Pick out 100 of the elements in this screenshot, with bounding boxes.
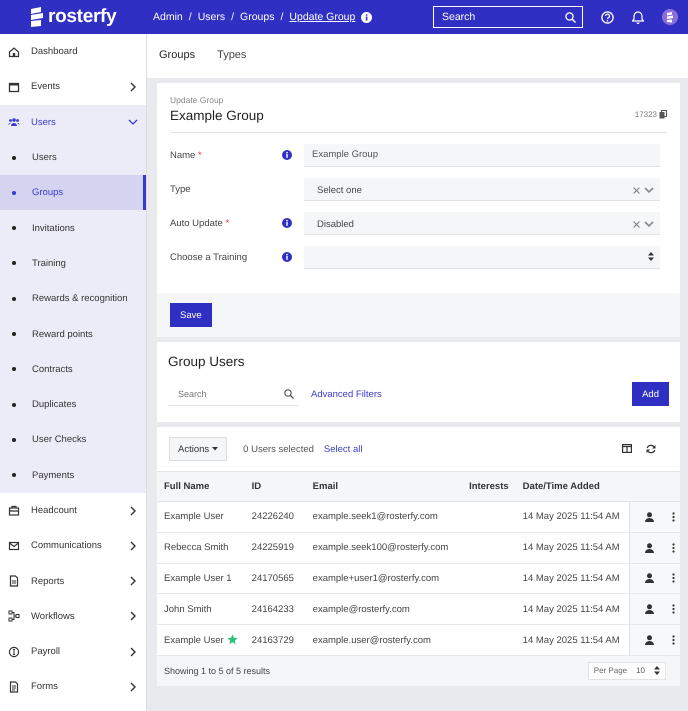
more-icon[interactable] [672, 604, 676, 614]
avatar-icon[interactable] [662, 9, 678, 25]
sidebar-subitem[interactable]: Payments [0, 458, 146, 493]
sidebar-item[interactable]: Forms [0, 669, 146, 705]
advanced-filters-link[interactable]: Advanced Filters [311, 388, 382, 400]
field-label: Auto Update * [170, 218, 230, 228]
tab[interactable]: Groups [159, 43, 196, 69]
table-cell: 24163729 [244, 624, 306, 656]
columns-icon[interactable] [622, 444, 632, 453]
sidebar-item[interactable]: Workflows [0, 598, 146, 634]
home-icon [8, 46, 20, 58]
text-field[interactable]: Example Group [304, 144, 660, 166]
search-field[interactable]: Search [168, 382, 298, 406]
sidebar-item[interactable]: Events [0, 69, 146, 105]
search-icon [284, 388, 294, 398]
tab[interactable]: Types [217, 43, 246, 69]
user-icon[interactable] [644, 635, 654, 646]
document-icon [8, 575, 20, 588]
section-title: Group Users [168, 354, 246, 369]
chevron-down-icon [644, 187, 654, 194]
column-header: ID [244, 472, 306, 502]
required-mark: * [225, 218, 230, 228]
user-icon[interactable] [644, 604, 654, 614]
breadcrumb-separator: / [231, 11, 234, 23]
sort-icon [648, 252, 654, 261]
sidebar-subitem[interactable]: User Checks [0, 422, 146, 458]
briefcase-icon [8, 504, 20, 516]
table-cell: Example User 1 [157, 563, 245, 594]
table-cell: example.seek100@rosterfy.com [306, 532, 460, 564]
sidebar-item[interactable]: Communications [0, 528, 146, 564]
table-cell: 24164233 [244, 594, 306, 625]
actions-button[interactable]: Actions [169, 437, 228, 461]
logo-icon [30, 7, 44, 27]
sidebar-item[interactable]: Dashboard [0, 34, 146, 70]
breadcrumb-link[interactable]: Admin [153, 11, 183, 23]
required-mark: * [198, 150, 202, 160]
select-field[interactable] [304, 246, 660, 268]
chevron-down-icon [644, 221, 654, 228]
form-icon [8, 680, 20, 693]
help-icon[interactable] [601, 10, 614, 24]
add-button[interactable]: Add [632, 382, 669, 406]
sidebar-subitem[interactable]: Contracts [0, 352, 146, 387]
copy-icon[interactable] [659, 110, 667, 118]
info-icon [361, 12, 372, 22]
user-icon[interactable] [644, 573, 654, 584]
table-cell: 24225919 [244, 532, 306, 564]
search-input[interactable]: Search [176, 388, 284, 400]
sidebar-subitem[interactable]: Duplicates [0, 386, 146, 422]
select-field[interactable]: Disabled [304, 212, 660, 234]
breadcrumb-link[interactable]: Update Group [289, 11, 356, 23]
save-button[interactable]: Save [170, 303, 212, 327]
clear-icon[interactable] [633, 221, 640, 228]
table-cell: John Smith [157, 594, 245, 625]
selection-count: 0 Users selected [243, 444, 314, 454]
more-icon[interactable] [672, 573, 676, 584]
table-cell: 24226240 [244, 502, 306, 532]
column-header: Interests [460, 472, 516, 502]
column-header: Email [306, 472, 460, 502]
user-icon[interactable] [644, 542, 654, 553]
per-page-select[interactable]: Per Page 10 [588, 662, 666, 680]
table-cell: 24170565 [244, 563, 306, 594]
envelope-icon [8, 540, 20, 552]
table-cell: Example User [157, 502, 245, 532]
coin-icon [8, 646, 20, 658]
results-summary: Showing 1 to 5 of 5 results [164, 666, 270, 676]
sidebar-subitem[interactable]: Training [0, 246, 146, 282]
more-icon[interactable] [672, 542, 676, 553]
more-icon[interactable] [672, 512, 676, 522]
field-label: Name * [170, 150, 203, 160]
sidebar-subitem[interactable]: Rewards & recognition [0, 281, 146, 316]
select-field[interactable]: Select one [304, 178, 660, 200]
breadcrumb-separator: / [280, 11, 284, 23]
breadcrumb-separator: / [188, 11, 192, 23]
sidebar-subitem[interactable]: Reward points [0, 316, 146, 352]
sidebar-item[interactable]: Payroll [0, 634, 146, 670]
user-icon[interactable] [644, 512, 654, 522]
table-cell: example@rosterfy.com [306, 594, 460, 625]
breadcrumb-link[interactable]: Groups [240, 11, 274, 23]
more-icon[interactable] [672, 635, 676, 646]
bell-icon[interactable] [632, 10, 644, 24]
sidebar-subitem[interactable]: Invitations [0, 210, 146, 246]
column-header: Full Name [157, 472, 245, 502]
search-icon [565, 12, 576, 22]
sort-icon [654, 666, 660, 676]
form-subtitle: Update Group [170, 95, 224, 105]
refresh-icon[interactable] [646, 444, 656, 454]
form-title: Example Group [170, 108, 264, 123]
breadcrumb-link[interactable]: Users [198, 11, 226, 23]
search-input[interactable]: Search [440, 10, 550, 24]
clear-icon[interactable] [633, 187, 640, 194]
sidebar-subitem[interactable]: Users [0, 140, 146, 176]
sidebar-item[interactable]: Reports [0, 563, 146, 599]
table-cell: example.user@rosterfy.com [306, 624, 460, 656]
table-cell: example.seek1@rosterfy.com [306, 502, 460, 532]
sidebar-item[interactable]: Headcount [0, 492, 146, 528]
sidebar-subitem[interactable]: Groups [0, 175, 146, 210]
sidebar-item[interactable]: Users [0, 104, 146, 140]
record-id: 17323 [634, 110, 657, 118]
select-all-link[interactable]: Select all [324, 444, 362, 454]
table-cell: example+user1@rosterfy.com [306, 563, 460, 594]
